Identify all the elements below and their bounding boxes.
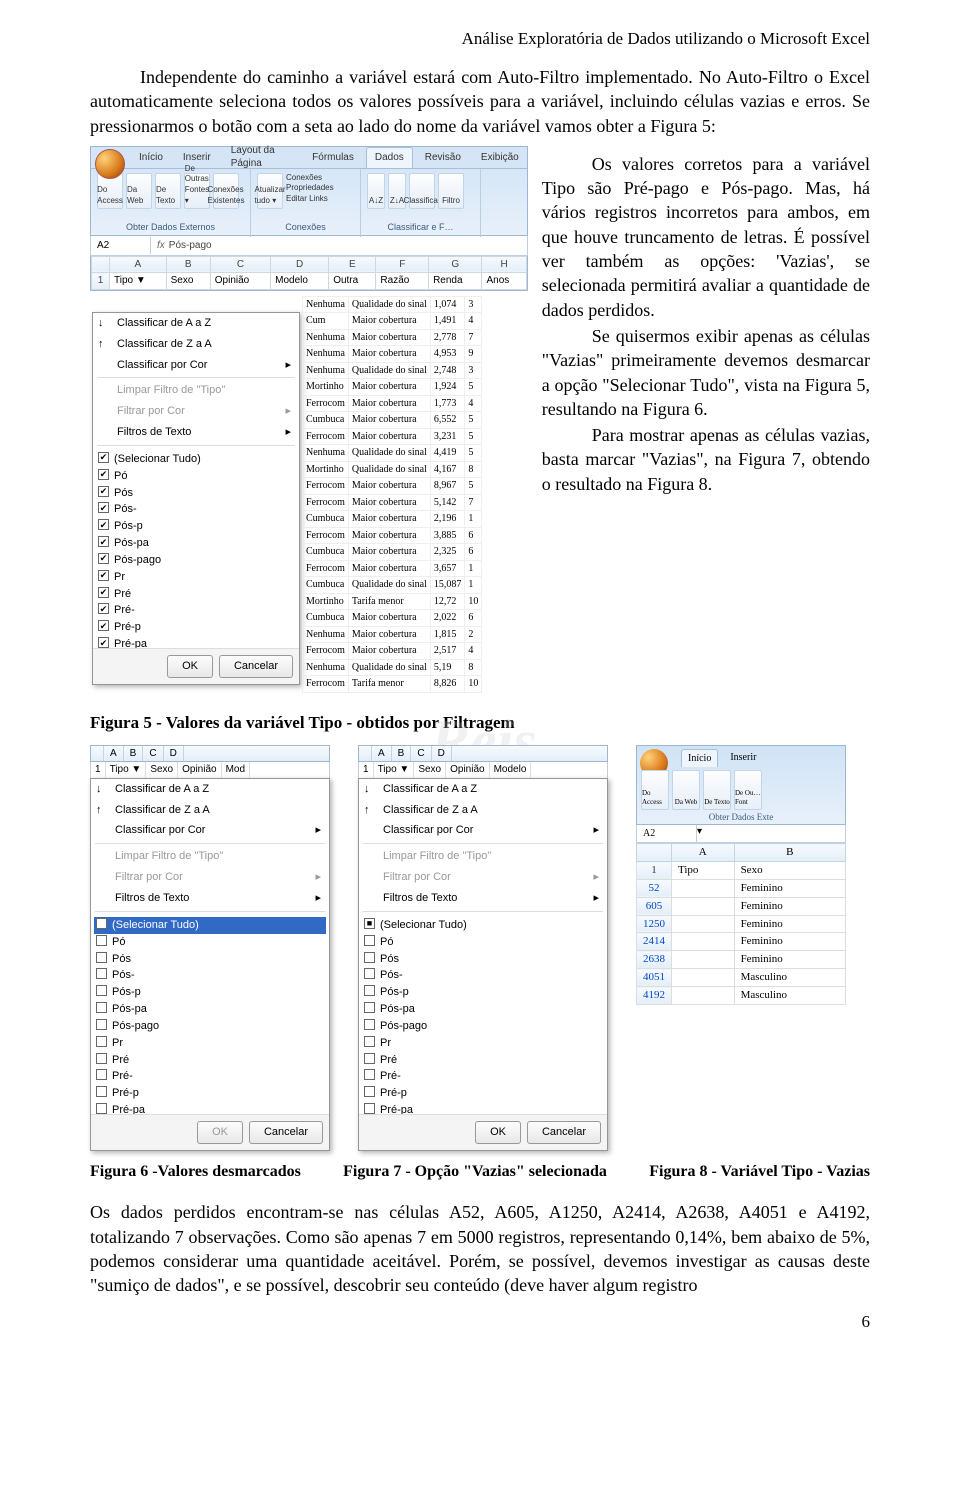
btn-outras-fontes[interactable]: De Ou… Font (734, 770, 762, 810)
filter-color-item: Filtrar por Cor▸ (359, 867, 607, 888)
btn-sort-az[interactable]: A↓Z (367, 173, 385, 209)
tab-revisao[interactable]: Revisão (417, 148, 469, 168)
group-classificar: Classificar e F… (367, 221, 474, 233)
figure8-caption: Figura 8 - Variável Tipo - Vazias (649, 1161, 870, 1183)
sort-color-item[interactable]: Classificar por Cor▸ (91, 820, 329, 841)
btn-outras-fontes[interactable]: De Outras Fontes ▾ (184, 173, 210, 209)
sort-az-item[interactable]: ↓Classificar de A a Z (93, 313, 299, 334)
figure5-caption: Figura 5 - Valores da variável Tipo - ob… (90, 712, 870, 735)
tab-inicio[interactable]: Início (131, 148, 171, 168)
page-number: 6 (90, 1311, 870, 1334)
sort-az-item[interactable]: ↓Classificar de A a Z (359, 779, 607, 800)
excel-ribbon: Início Inserir Layout da Página Fórmulas… (90, 146, 528, 236)
clear-filter-item: Limpar Filtro de "Tipo" (91, 846, 329, 867)
conexoes-line[interactable]: Conexões (286, 173, 334, 183)
figure-8: Início Inserir Do Access Da Web De Texto… (636, 745, 846, 1005)
document-header: Análise Exploratória de Dados utilizando… (90, 28, 870, 51)
ok-button[interactable]: OK (167, 655, 213, 678)
formula-value: Pós-pago (169, 240, 212, 251)
figure-6: ABCD 1Tipo ▼SexoOpiniãoMod ↓Classificar … (90, 745, 330, 1151)
clear-filter-item: Limpar Filtro de "Tipo" (93, 380, 299, 401)
sort-az-icon: ↓ (98, 316, 111, 329)
ok-button[interactable]: OK (475, 1121, 521, 1144)
autofilter-dropdown: ↓Classificar de A a Z ↑Classificar de Z … (92, 312, 300, 685)
text-filters-item[interactable]: Filtros de Texto▸ (91, 888, 329, 909)
propriedades-line[interactable]: Propriedades (286, 183, 334, 193)
autofilter-dropdown-fig7: ↓Classificar de A a Z ↑Classificar de Z … (358, 778, 608, 1151)
filter-color-item: Filtrar por Cor▸ (93, 401, 299, 422)
btn-do-access[interactable]: Do Access (641, 770, 669, 810)
fx-icon[interactable]: fx (157, 240, 165, 251)
bottom-paragraph: Os dados perdidos encontram-se nas célul… (90, 1200, 870, 1297)
btn-da-web[interactable]: Da Web (126, 173, 152, 209)
filter-checklist[interactable]: (Selecionar Tudo)PóPósPós-Pós-pPós-paPós… (91, 914, 329, 1114)
tab-exibicao[interactable]: Exibição (473, 148, 527, 168)
group-obter-dados: Obter Dados Exte (637, 811, 845, 823)
autofilter-dropdown-fig6: ↓Classificar de A a Z ↑Classificar de Z … (90, 778, 330, 1151)
btn-atualizar-tudo[interactable]: Atualizar tudo ▾ (257, 173, 283, 209)
btn-de-texto[interactable]: De Texto (155, 173, 181, 209)
name-box[interactable]: A2 (91, 237, 151, 255)
cancel-button[interactable]: Cancelar (249, 1121, 323, 1144)
filter-checklist[interactable]: ✔(Selecionar Tudo)✔Pó✔Pós✔Pós-✔Pós-p✔Pós… (93, 448, 299, 648)
filtered-grid[interactable]: AB1TipoSexo52Feminino605Feminino1250Femi… (636, 843, 846, 1005)
tab-formulas[interactable]: Fórmulas (304, 148, 362, 168)
sort-color-item[interactable]: Classificar por Cor▸ (359, 820, 607, 841)
btn-conexoes-existentes[interactable]: Conexões Existentes (213, 173, 239, 209)
grid-data-rows: NenhumaQualidade do sinal1,0743CumMaior … (302, 296, 528, 693)
sort-za-item[interactable]: ↑Classificar de Z a A (93, 334, 299, 355)
filter-color-item: Filtrar por Cor▸ (91, 867, 329, 888)
tab-inserir[interactable]: Inserir (724, 749, 762, 768)
sort-za-icon: ↑ (98, 337, 111, 350)
sort-color-item[interactable]: Classificar por Cor▸ (93, 355, 299, 376)
group-conexoes: Conexões (257, 221, 354, 233)
text-filters-item[interactable]: Filtros de Texto▸ (359, 888, 607, 909)
btn-filtro[interactable]: Filtro (438, 173, 464, 209)
tab-inicio[interactable]: Início (681, 749, 718, 768)
figure6-caption: Figura 6 -Valores desmarcados (90, 1161, 301, 1183)
worksheet-grid[interactable]: ABCDEFGH 1Tipo ▼SexoOpiniãoModeloOutraRa… (90, 256, 528, 291)
figure-7: ABCD 1Tipo ▼SexoOpiniãoModelo ↓Classific… (358, 745, 608, 1151)
text-filters-item[interactable]: Filtros de Texto▸ (93, 422, 299, 443)
editar-links-line[interactable]: Editar Links (286, 194, 334, 204)
btn-de-texto[interactable]: De Texto (703, 770, 731, 810)
figure-5: Início Inserir Layout da Página Fórmulas… (90, 146, 528, 706)
office-button-icon[interactable] (95, 149, 125, 179)
cancel-button[interactable]: Cancelar (527, 1121, 601, 1144)
name-box[interactable]: A2 (637, 825, 697, 843)
intro-paragraph: Independente do caminho a variável estar… (90, 65, 870, 138)
formula-bar: A2 fx Pós-pago (90, 236, 528, 256)
sort-az-item[interactable]: ↓Classificar de A a Z (91, 779, 329, 800)
figure7-caption: Figura 7 - Opção "Vazias" selecionada (343, 1161, 607, 1183)
tab-dados[interactable]: Dados (366, 147, 413, 168)
group-obter-dados: Obter Dados Externos (97, 221, 244, 233)
cancel-button[interactable]: Cancelar (219, 655, 293, 678)
sort-za-item[interactable]: ↑Classificar de Z a A (91, 800, 329, 821)
filter-checklist[interactable]: ■(Selecionar Tudo)PóPósPós-Pós-pPós-paPó… (359, 914, 607, 1114)
btn-da-web[interactable]: Da Web (672, 770, 700, 810)
clear-filter-item: Limpar Filtro de "Tipo" (359, 846, 607, 867)
ok-button: OK (197, 1121, 243, 1144)
explanatory-text: Os valores corretos para a variável Tipo… (542, 146, 870, 498)
sort-za-item[interactable]: ↑Classificar de Z a A (359, 800, 607, 821)
btn-classificar[interactable]: Classificar (409, 173, 435, 209)
